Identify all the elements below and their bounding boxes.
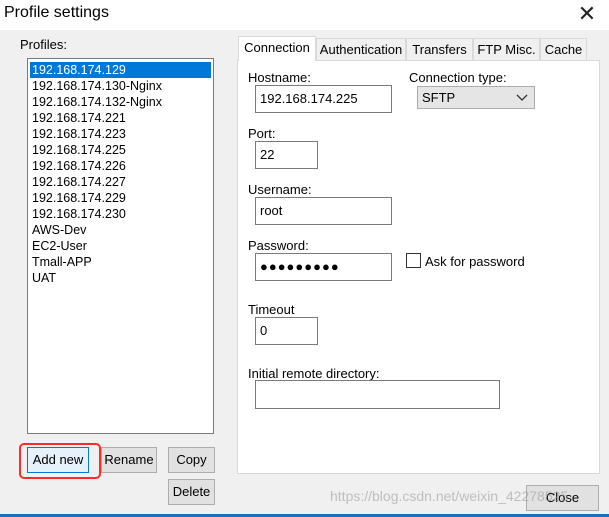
rename-button[interactable]: Rename <box>101 447 157 473</box>
ask-password-label: Ask for password <box>425 254 525 269</box>
tab-cache[interactable]: Cache <box>540 38 587 60</box>
timeout-input[interactable]: 0 <box>255 317 318 345</box>
tab-connection[interactable]: Connection <box>238 36 316 61</box>
username-input[interactable]: root <box>255 197 392 225</box>
port-input[interactable]: 22 <box>255 141 318 169</box>
profile-settings-window: Profile settings ✕ Profiles: 192.168.174… <box>0 0 609 517</box>
copy-button[interactable]: Copy <box>168 447 215 473</box>
profile-list-item[interactable]: 192.168.174.229 <box>30 190 211 206</box>
profile-list-item[interactable]: 192.168.174.129 <box>30 62 211 78</box>
timeout-label: Timeout <box>248 302 295 317</box>
profile-list-item[interactable]: EC2-User <box>30 238 211 254</box>
profile-list-item[interactable]: 192.168.174.230 <box>30 206 211 222</box>
remote-directory-input[interactable] <box>255 380 500 409</box>
profile-list-item[interactable]: 192.168.174.130-Nginx <box>30 78 211 94</box>
chevron-down-icon <box>516 87 528 108</box>
profile-list-item[interactable]: 192.168.174.221 <box>30 110 211 126</box>
connection-type-label: Connection type: <box>409 70 507 85</box>
password-label: Password: <box>248 238 309 253</box>
profile-list-item[interactable]: Tmall-APP <box>30 254 211 270</box>
add-new-button[interactable]: Add new <box>27 447 89 473</box>
connection-type-select[interactable]: SFTP <box>417 86 535 109</box>
watermark-text: https://blog.csdn.net/weixin_42278525 <box>330 488 569 504</box>
profile-list-item[interactable]: 192.168.174.226 <box>30 158 211 174</box>
profile-list-item[interactable]: 192.168.174.227 <box>30 174 211 190</box>
window-title: Profile settings <box>4 4 109 21</box>
tab-ftp-misc[interactable]: FTP Misc. <box>473 38 540 60</box>
tab-transfers[interactable]: Transfers <box>406 38 473 60</box>
profile-list-item[interactable]: 192.168.174.225 <box>30 142 211 158</box>
title-bar: Profile settings ✕ <box>0 0 609 30</box>
profile-list-item[interactable]: AWS-Dev <box>30 222 211 238</box>
port-label: Port: <box>248 126 276 141</box>
remote-directory-label: Initial remote directory: <box>248 366 380 381</box>
tab-authentication[interactable]: Authentication <box>316 38 406 60</box>
profile-list-item[interactable]: UAT <box>30 270 211 286</box>
profile-list-item[interactable]: 192.168.174.132-Nginx <box>30 94 211 110</box>
profiles-label: Profiles: <box>20 37 67 52</box>
username-label: Username: <box>248 182 312 197</box>
connection-type-value: SFTP <box>422 90 456 105</box>
close-icon[interactable]: ✕ <box>575 2 599 26</box>
hostname-label: Hostname: <box>248 70 311 85</box>
password-input[interactable]: ●●●●●●●●● <box>255 253 392 281</box>
profile-list-item[interactable]: 192.168.174.223 <box>30 126 211 142</box>
delete-button[interactable]: Delete <box>168 479 215 505</box>
profiles-list[interactable]: 192.168.174.129 192.168.174.130-Nginx 192.… <box>27 58 214 434</box>
ask-password-checkbox[interactable] <box>406 253 421 268</box>
hostname-input[interactable]: 192.168.174.225 <box>255 85 392 113</box>
